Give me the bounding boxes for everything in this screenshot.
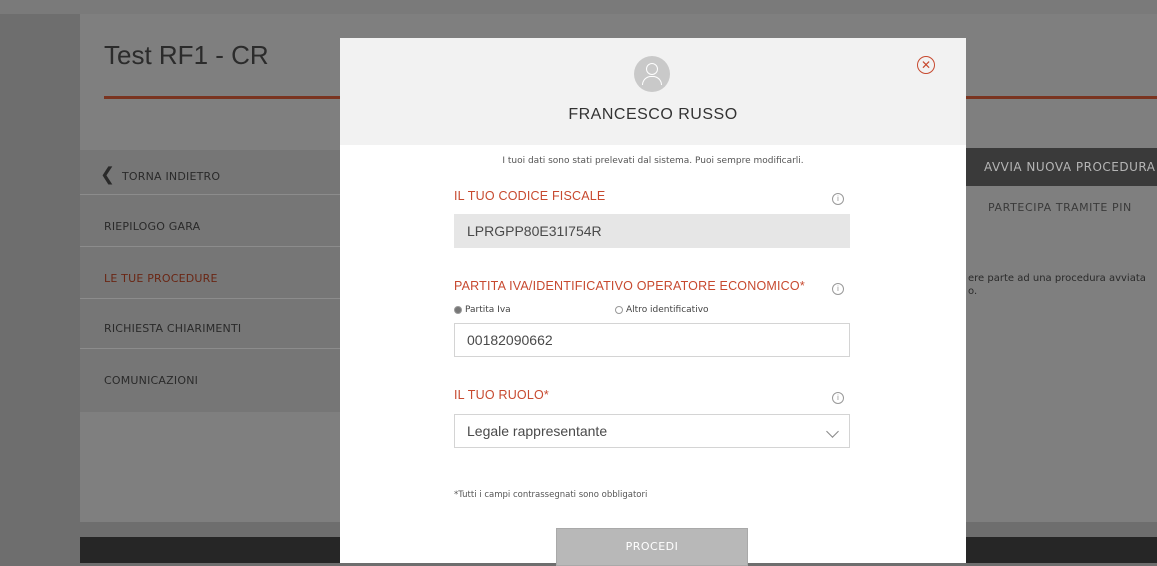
- chevron-down-icon: [826, 425, 839, 438]
- vat-label: PARTITA IVA/IDENTIFICATIVO OPERATORE ECO…: [454, 279, 805, 293]
- new-procedure-button[interactable]: AVVIA NUOVA PROCEDURA: [966, 148, 1157, 186]
- radio-altro-identificativo[interactable]: Altro identificativo: [615, 305, 709, 315]
- info-icon[interactable]: i: [832, 392, 844, 404]
- info-message: I tuoi dati sono stati prelevati dal sis…: [502, 156, 804, 166]
- top-bar: [0, 0, 1157, 14]
- sidebar-item-chiarimenti[interactable]: RICHIESTA CHIARIMENTI: [104, 322, 241, 335]
- sidebar-divider: [80, 246, 340, 247]
- info-icon[interactable]: i: [832, 193, 844, 205]
- title-underline: [104, 96, 340, 99]
- radio-partita-iva[interactable]: Partita Iva: [454, 305, 511, 315]
- radio-dot[interactable]: [454, 305, 462, 314]
- tax-code-field[interactable]: LPRGPP80E31I754R: [454, 214, 850, 248]
- sidebar-item-riepilogo[interactable]: RIEPILOGO GARA: [104, 220, 200, 233]
- profile-modal: ✕ FRANCESCO RUSSO I tuoi dati sono stati…: [340, 38, 966, 566]
- chevron-left-icon[interactable]: ❮: [100, 164, 115, 185]
- sidebar-divider: [80, 348, 340, 349]
- role-value: Legale rappresentante: [467, 423, 608, 439]
- user-name: FRANCESCO RUSSO: [568, 106, 738, 123]
- page-title: Test RF1 - CR: [104, 40, 269, 70]
- user-avatar-icon: [634, 56, 670, 92]
- role-label: IL TUO RUOLO*: [454, 388, 549, 402]
- vat-field[interactable]: 00182090662: [454, 323, 850, 357]
- radio-dot[interactable]: [615, 305, 623, 314]
- pin-button[interactable]: PARTECIPA TRAMITE PIN: [966, 193, 1157, 223]
- back-link[interactable]: TORNA INDIETRO: [122, 170, 220, 183]
- role-select[interactable]: Legale rappresentante: [454, 414, 850, 448]
- description-text: ere parte ad una procedura avviata o.: [968, 273, 1146, 297]
- sidebar-divider: [80, 194, 340, 195]
- sidebar-item-procedure[interactable]: LE TUE PROCEDURE: [104, 272, 218, 285]
- sidebar-divider: [80, 298, 340, 299]
- tax-code-label: IL TUO CODICE FISCALE: [454, 189, 606, 203]
- proceed-button[interactable]: PROCEDI: [556, 528, 748, 566]
- close-icon[interactable]: ✕: [917, 56, 935, 74]
- info-icon[interactable]: i: [832, 283, 844, 295]
- right-underline: [966, 96, 1157, 99]
- sidebar-item-comunicazioni[interactable]: COMUNICAZIONI: [104, 374, 198, 387]
- required-note: *Tutti i campi contrassegnati sono obbli…: [454, 490, 648, 500]
